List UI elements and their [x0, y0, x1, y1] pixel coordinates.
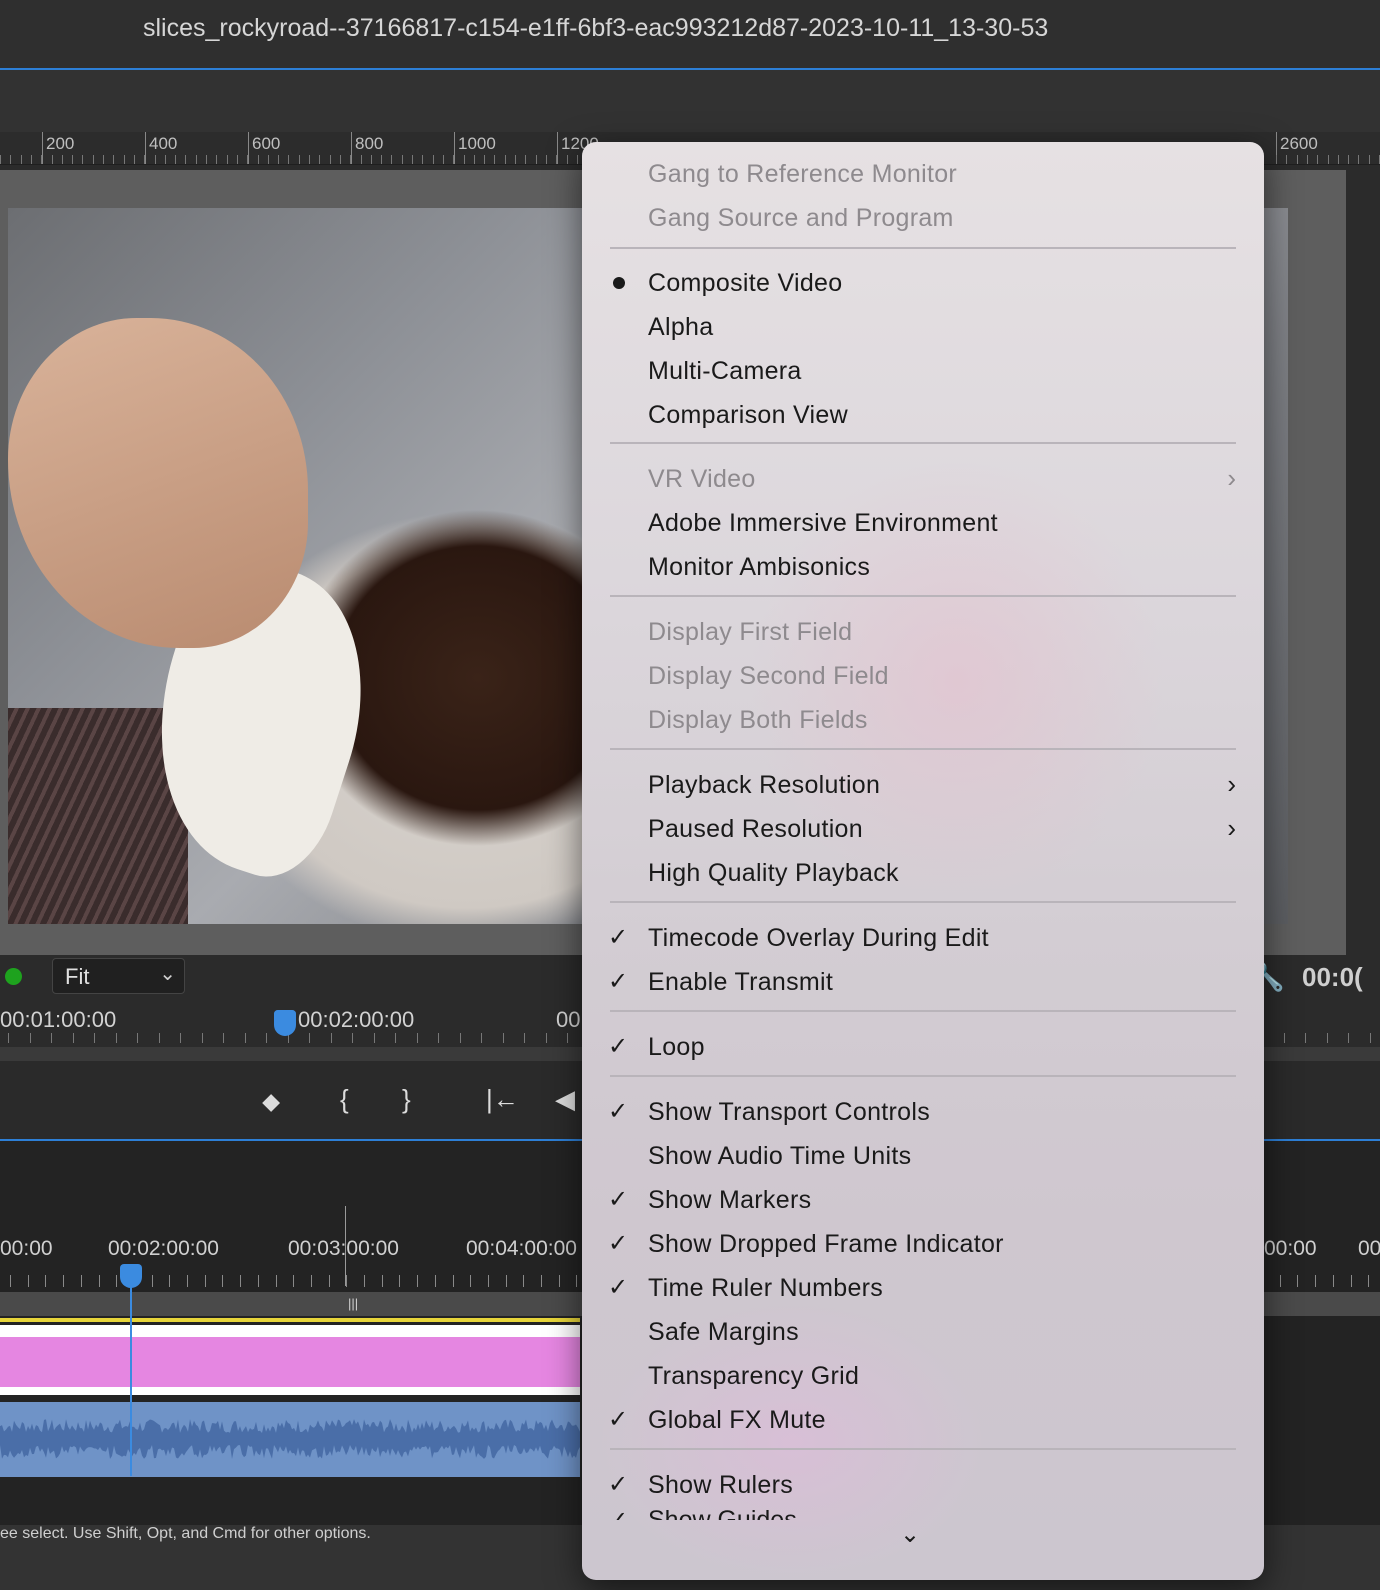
menu-item-enable-transmit[interactable]: ✓ Enable Transmit: [582, 960, 1264, 1004]
menu-item-gang-source-program: Gang Source and Program: [648, 204, 954, 232]
menu-item-show-guides[interactable]: ✓ Show Guides: [582, 1504, 1264, 1520]
chevron-down-icon: ⌄: [159, 963, 176, 985]
checkmark-icon: ✓: [608, 1186, 629, 1213]
checkmark-icon: ✓: [608, 1406, 629, 1433]
toolbar-strip: [0, 70, 1380, 132]
checkmark-icon: ✓: [608, 1471, 629, 1498]
grip-icon[interactable]: |||: [348, 1296, 358, 1311]
menu-item-display-both-fields: Display Both Fields: [648, 706, 868, 734]
chevron-right-icon: ›: [1227, 769, 1236, 799]
menu-item-high-quality-playback[interactable]: High Quality Playback: [582, 851, 1264, 895]
selected-bullet-icon: [613, 277, 625, 289]
ruler-label: 200: [46, 134, 75, 153]
checkmark-icon: ✓: [608, 1274, 629, 1301]
menu-separator: [610, 1010, 1236, 1012]
go-to-in-button[interactable]: |←: [486, 1084, 519, 1115]
checkmark-icon: ✓: [608, 968, 629, 995]
menu-item-transparency-grid[interactable]: Transparency Grid: [582, 1354, 1264, 1398]
menu-separator: [610, 247, 1236, 249]
checkmark-icon: ✓: [608, 924, 629, 951]
ruler-label: 600: [252, 134, 281, 153]
ruler-label: 00: [1358, 1237, 1380, 1260]
title-bar: slices_rockyroad--37166817-c154-e1ff-6bf…: [0, 0, 1380, 70]
ruler-label: 00:01:00:00: [0, 1007, 117, 1032]
menu-separator: [610, 748, 1236, 750]
menu-item-safe-margins[interactable]: Safe Margins: [582, 1310, 1264, 1354]
menu-item-show-rulers[interactable]: ✓ Show Rulers: [582, 1463, 1264, 1507]
ruler-label: 00:04:00:00: [466, 1237, 577, 1260]
menu-item-alpha[interactable]: Alpha: [582, 305, 1264, 349]
menu-separator: [610, 595, 1236, 597]
chevron-right-icon: ›: [1227, 813, 1236, 843]
ruler-label: 400: [149, 134, 178, 153]
menu-separator: [610, 1075, 1236, 1077]
ruler-major-tick: [345, 1206, 346, 1286]
ruler-label: 800: [355, 134, 384, 153]
playhead-timecode[interactable]: 00:0(: [1302, 962, 1363, 993]
ruler-label: 00:03:00:00: [288, 1237, 399, 1260]
menu-item-loop[interactable]: ✓ Loop: [582, 1025, 1264, 1069]
timeline-playhead-icon[interactable]: [120, 1264, 142, 1288]
hand-image: [8, 318, 308, 648]
menu-item-comparison-view[interactable]: Comparison View: [582, 393, 1264, 437]
menu-item-display-first-field: Display First Field: [648, 618, 853, 646]
menu-item-playback-resolution[interactable]: Playback Resolution ›: [582, 763, 1264, 807]
menu-item-composite-video[interactable]: Composite Video: [582, 261, 1264, 305]
zoom-select[interactable]: Fit ⌄: [52, 958, 185, 994]
menu-item-show-markers[interactable]: ✓ Show Markers: [582, 1178, 1264, 1222]
menu-item-monitor-ambisonics[interactable]: Monitor Ambisonics: [582, 545, 1264, 589]
ruler-label: 2600: [1280, 134, 1318, 153]
menu-item-gang-reference-monitor: Gang to Reference Monitor: [648, 160, 958, 188]
menu-item-vr-video: VR Video ›: [648, 463, 1236, 493]
scroll-down-chevron-icon[interactable]: ⌄: [900, 1520, 920, 1549]
menu-item-time-ruler-numbers[interactable]: ✓ Time Ruler Numbers: [582, 1266, 1264, 1310]
menu-item-show-transport-controls[interactable]: ✓ Show Transport Controls: [582, 1090, 1264, 1134]
timeline-playhead-line[interactable]: [130, 1286, 132, 1476]
mark-out-button[interactable]: }: [402, 1084, 411, 1115]
add-marker-button[interactable]: ⬥: [262, 1086, 280, 1118]
menu-item-global-fx-mute[interactable]: ✓ Global FX Mute: [582, 1398, 1264, 1442]
chevron-right-icon: ›: [1227, 463, 1236, 493]
ruler-label: 00:02:00:00: [298, 1007, 415, 1032]
step-back-button[interactable]: ◀: [555, 1084, 575, 1115]
ruler-label: 00:02:00:00: [108, 1237, 219, 1260]
render-status-bar: [0, 1318, 580, 1322]
checkmark-icon: ✓: [608, 1506, 628, 1520]
context-menu: Gang to Reference Monitor Gang Source an…: [582, 142, 1264, 1580]
zoom-select-value: Fit: [65, 964, 90, 989]
checkmark-icon: ✓: [608, 1098, 629, 1125]
menu-item-show-dropped-frame-indicator[interactable]: ✓ Show Dropped Frame Indicator: [582, 1222, 1264, 1266]
menu-item-display-second-field: Display Second Field: [648, 662, 889, 690]
ruler-label: 00: [556, 1007, 581, 1032]
playhead-marker-icon[interactable]: [274, 1010, 296, 1036]
menu-item-adobe-immersive-environment[interactable]: Adobe Immersive Environment: [582, 501, 1264, 545]
menu-separator: [610, 1448, 1236, 1450]
mark-in-button[interactable]: {: [340, 1084, 349, 1115]
menu-item-timecode-overlay[interactable]: ✓ Timecode Overlay During Edit: [582, 916, 1264, 960]
checkmark-icon: ✓: [608, 1033, 629, 1060]
menu-separator: [610, 901, 1236, 903]
window-title: slices_rockyroad--37166817-c154-e1ff-6bf…: [143, 14, 1049, 42]
ruler-label: 00:00: [1264, 1237, 1317, 1260]
checkmark-icon: ✓: [608, 1230, 629, 1257]
menu-item-show-audio-time-units[interactable]: Show Audio Time Units: [582, 1134, 1264, 1178]
menu-separator: [610, 442, 1236, 444]
ruler-label: 00:00: [0, 1237, 53, 1260]
menu-item-multi-camera[interactable]: Multi-Camera: [582, 349, 1264, 393]
audio-waveform: [0, 1419, 580, 1459]
status-dot-icon: [5, 968, 22, 985]
ruler-label: 1000: [458, 134, 496, 153]
audio-clip[interactable]: [0, 1402, 580, 1477]
video-clip[interactable]: [0, 1325, 580, 1395]
menu-item-paused-resolution[interactable]: Paused Resolution ›: [582, 807, 1264, 851]
